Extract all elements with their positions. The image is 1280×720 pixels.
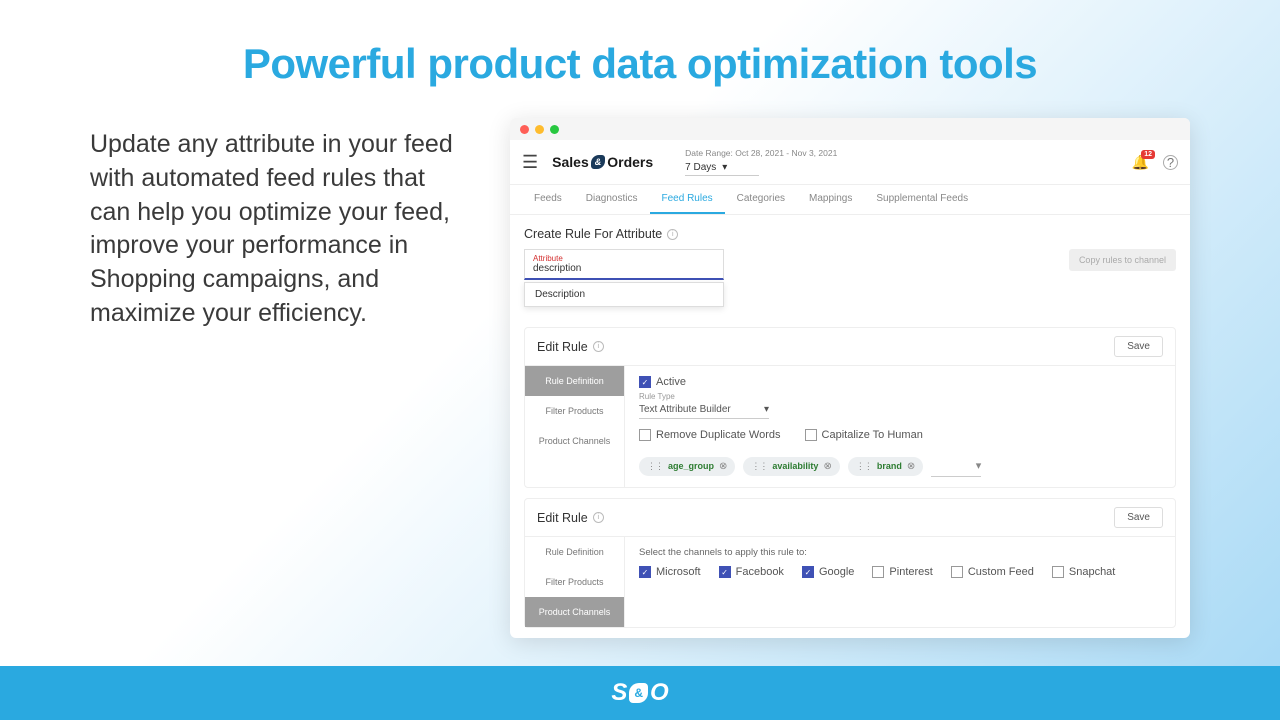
copy-rules-button[interactable]: Copy rules to channel <box>1069 249 1176 271</box>
drag-icon: ⋮⋮ <box>647 461 663 472</box>
hamburger-icon[interactable]: ☰ <box>522 152 538 173</box>
tab-feeds[interactable]: Feeds <box>522 185 574 214</box>
channel-pinterest-checkbox[interactable] <box>872 566 884 578</box>
footer-bar: S&O <box>0 666 1280 720</box>
channel-custom-feed-checkbox[interactable] <box>951 566 963 578</box>
side-tab-product-channels[interactable]: Product Channels <box>525 597 624 627</box>
side-tab-rule-definition[interactable]: Rule Definition <box>525 366 624 396</box>
channel-snapchat-checkbox[interactable] <box>1052 566 1064 578</box>
drag-icon: ⋮⋮ <box>856 461 872 472</box>
chevron-down-icon: ▾ <box>764 404 769 415</box>
remove-icon[interactable]: ⊗ <box>907 461 915 472</box>
info-icon[interactable]: i <box>593 341 604 352</box>
remove-icon[interactable]: ⊗ <box>823 461 831 472</box>
save-button[interactable]: Save <box>1114 507 1163 528</box>
tab-feed-rules[interactable]: Feed Rules <box>650 185 725 214</box>
channel-label: Custom Feed <box>968 566 1034 578</box>
add-chip-select[interactable]: ▾ <box>931 455 981 477</box>
channel-label: Facebook <box>736 566 784 578</box>
window-chrome <box>510 118 1190 140</box>
date-range-select[interactable]: 7 Days▾ <box>685 160 759 176</box>
info-icon[interactable]: i <box>667 229 678 240</box>
page-title: Powerful product data optimization tools <box>0 0 1280 118</box>
tab-categories[interactable]: Categories <box>725 185 797 214</box>
chip-availability[interactable]: ⋮⋮availability⊗ <box>743 457 839 476</box>
remove-duplicate-checkbox[interactable] <box>639 429 651 441</box>
drag-icon: ⋮⋮ <box>751 461 767 472</box>
tab-mappings[interactable]: Mappings <box>797 185 864 214</box>
channel-facebook-checkbox[interactable]: ✓ <box>719 566 731 578</box>
tab-diagnostics[interactable]: Diagnostics <box>574 185 650 214</box>
channel-microsoft-checkbox[interactable]: ✓ <box>639 566 651 578</box>
main-tabs: Feeds Diagnostics Feed Rules Categories … <box>510 185 1190 215</box>
chip-brand[interactable]: ⋮⋮brand⊗ <box>848 457 923 476</box>
channels-hint: Select the channels to apply this rule t… <box>639 547 1161 558</box>
maximize-icon[interactable] <box>550 125 559 134</box>
side-tab-product-channels[interactable]: Product Channels <box>525 426 624 456</box>
remove-duplicate-label: Remove Duplicate Words <box>656 429 781 441</box>
rule-type-select[interactable]: Text Attribute Builder▾ <box>639 401 769 419</box>
info-icon[interactable]: i <box>593 512 604 523</box>
chevron-down-icon: ▾ <box>722 162 727 173</box>
notification-badge: 12 <box>1141 150 1155 159</box>
attribute-field-label: Attribute <box>533 254 715 263</box>
app-window: ☰ Sales&Orders Date Range: Oct 28, 2021 … <box>510 118 1190 638</box>
active-label: Active <box>656 376 686 388</box>
brand-logo: Sales&Orders <box>552 154 653 170</box>
close-icon[interactable] <box>520 125 529 134</box>
channel-label: Microsoft <box>656 566 701 578</box>
active-checkbox[interactable]: ✓ <box>639 376 651 388</box>
footer-logo: S&O <box>611 679 668 707</box>
side-tab-filter-products[interactable]: Filter Products <box>525 396 624 426</box>
attribute-option[interactable]: Description <box>524 282 724 307</box>
minimize-icon[interactable] <box>535 125 544 134</box>
app-header: ☰ Sales&Orders Date Range: Oct 28, 2021 … <box>510 140 1190 185</box>
date-range-label: Date Range: Oct 28, 2021 - Nov 3, 2021 <box>685 148 837 158</box>
edit-rule-heading: Edit Rule i <box>537 340 604 354</box>
capitalize-checkbox[interactable] <box>805 429 817 441</box>
attribute-input[interactable]: Attribute description <box>524 249 724 280</box>
help-icon[interactable]: ? <box>1163 155 1178 170</box>
rule-type-label: Rule Type <box>639 392 1161 401</box>
side-tab-filter-products[interactable]: Filter Products <box>525 567 624 597</box>
chip-age-group[interactable]: ⋮⋮age_group⊗ <box>639 457 735 476</box>
tab-supplemental[interactable]: Supplemental Feeds <box>864 185 980 214</box>
capitalize-label: Capitalize To Human <box>822 429 923 441</box>
edit-rule-heading: Edit Rule i <box>537 511 604 525</box>
channel-google-checkbox[interactable]: ✓ <box>802 566 814 578</box>
channel-label: Snapchat <box>1069 566 1115 578</box>
side-tab-rule-definition[interactable]: Rule Definition <box>525 537 624 567</box>
channel-label: Pinterest <box>889 566 932 578</box>
remove-icon[interactable]: ⊗ <box>719 461 727 472</box>
channel-label: Google <box>819 566 854 578</box>
description-text: Update any attribute in your feed with a… <box>90 118 470 638</box>
create-rule-heading: Create Rule For Attribute i <box>524 227 1176 241</box>
notifications-icon[interactable]: 🔔12 <box>1132 154 1149 171</box>
save-button[interactable]: Save <box>1114 336 1163 357</box>
